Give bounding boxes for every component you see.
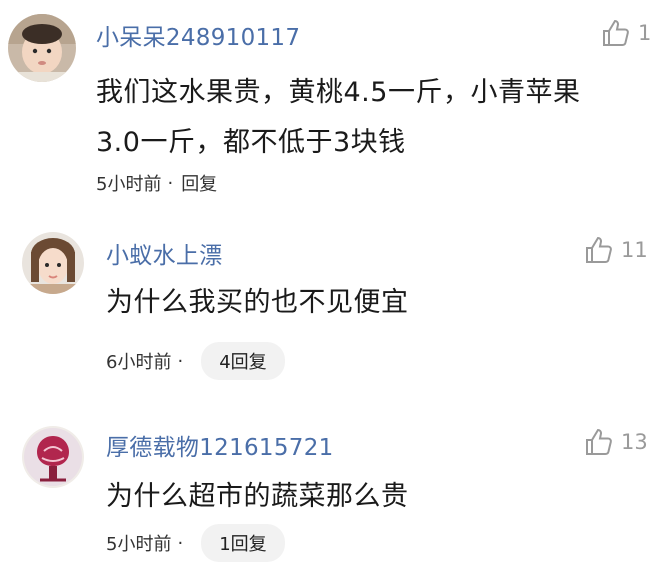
comment-text: 我们这水果贵，黄桃4.5一斤，小青苹果 3.0一斤，都不低于3块钱 bbox=[96, 68, 656, 168]
avatar[interactable] bbox=[22, 426, 84, 488]
separator: · bbox=[177, 350, 184, 372]
comment-meta: 5小时前 · 1回复 bbox=[106, 524, 285, 562]
username[interactable]: 小呆呆248910117 bbox=[96, 18, 300, 52]
comment-meta: 6小时前 · 4回复 bbox=[106, 342, 285, 380]
separator: · bbox=[167, 172, 174, 194]
timestamp: 6小时前 bbox=[106, 352, 172, 373]
comment-text-line: 为什么超市的蔬菜那么贵 bbox=[106, 481, 409, 512]
timestamp: 5小时前 bbox=[96, 174, 162, 195]
separator: · bbox=[177, 532, 184, 554]
like-button[interactable]: 13 bbox=[583, 426, 648, 458]
like-button[interactable]: 11 bbox=[583, 234, 648, 266]
timestamp: 5小时前 bbox=[106, 534, 172, 555]
comment-text: 为什么我买的也不见便宜 bbox=[106, 278, 646, 328]
comment-text-line: 我们这水果贵，黄桃4.5一斤，小青苹果 bbox=[96, 77, 581, 108]
like-count: 11 bbox=[621, 238, 648, 262]
comment-item: 厚德载物121615721 13 为什么超市的蔬菜那么贵 5小时前 · 1回复 bbox=[0, 400, 657, 563]
comment-text-line: 3.0一斤，都不低于3块钱 bbox=[96, 127, 406, 158]
thumbs-up-icon bbox=[586, 236, 612, 263]
username[interactable]: 厚德载物121615721 bbox=[106, 428, 334, 462]
comment-item: 小蚁水上漂 11 为什么我买的也不见便宜 6小时前 · 4回复 bbox=[0, 210, 657, 400]
thumbs-up-icon bbox=[603, 19, 629, 46]
like-button[interactable]: 1 bbox=[600, 17, 651, 49]
reply-button[interactable]: 回复 bbox=[181, 170, 217, 196]
like-count: 1 bbox=[638, 21, 652, 45]
comment-text: 为什么超市的蔬菜那么贵 bbox=[106, 472, 646, 522]
comment-text-line: 为什么我买的也不见便宜 bbox=[106, 287, 409, 318]
avatar[interactable] bbox=[8, 14, 76, 82]
avatar[interactable] bbox=[22, 232, 84, 294]
thumbs-up-icon bbox=[586, 428, 612, 455]
reply-count-button[interactable]: 1回复 bbox=[201, 524, 285, 562]
comment-meta: 5小时前 · 回复 bbox=[96, 170, 217, 196]
like-count: 13 bbox=[621, 430, 648, 454]
reply-count-button[interactable]: 4回复 bbox=[201, 342, 285, 380]
username[interactable]: 小蚁水上漂 bbox=[106, 236, 223, 270]
comment-item: 小呆呆248910117 1 我们这水果贵，黄桃4.5一斤，小青苹果 3.0一斤… bbox=[0, 0, 657, 210]
